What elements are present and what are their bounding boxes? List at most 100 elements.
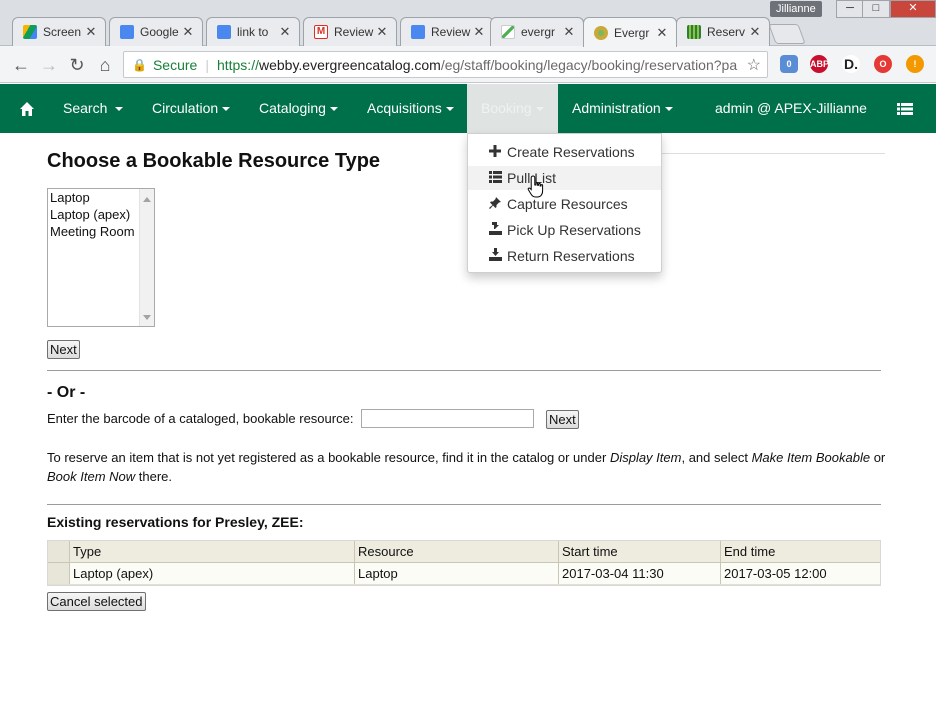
browser-tab-label: Review (334, 25, 374, 39)
opera-icon[interactable]: O (874, 55, 892, 73)
bookable-note: To reserve an item that is not yet regis… (47, 448, 887, 486)
nav-booking-label: Booking (481, 100, 532, 116)
browser-tab-label: Google (140, 25, 179, 39)
cancel-selected-button[interactable]: Cancel selected (47, 592, 146, 611)
nav-cataloging[interactable]: Cataloging (259, 84, 338, 133)
listbox-scrollbar[interactable] (139, 189, 154, 326)
browser-tab[interactable]: Review ✕ (400, 17, 494, 46)
table-row[interactable]: Laptop (apex) Laptop 2017-03-04 11:30 20… (48, 563, 880, 585)
browser-tab[interactable]: Google ✕ (109, 17, 203, 46)
main-navbar: Search Circulation Cataloging Acquisitio… (0, 84, 936, 133)
menu-item-create-reservations[interactable]: Create Reservations (468, 140, 661, 164)
google-docs-icon (217, 25, 231, 39)
new-tab-button[interactable] (768, 24, 806, 44)
pushpin-icon (488, 193, 502, 217)
window-close-button[interactable]: ✕ (890, 0, 936, 18)
browser-tab-label: Reserv (707, 25, 746, 39)
reload-icon[interactable]: ↻ (66, 54, 88, 76)
back-arrow-icon[interactable]: ← (10, 54, 32, 76)
hand-cursor-icon (527, 175, 544, 198)
divider (47, 504, 881, 505)
plus-icon (488, 141, 502, 165)
alert-icon[interactable]: ! (906, 55, 924, 73)
scroll-down-icon[interactable] (143, 315, 151, 320)
menu-item-return-reservations[interactable]: Return Reservations (468, 244, 661, 268)
table-cell: Laptop (apex) (70, 563, 355, 584)
column-header-start-time[interactable]: Start time (559, 541, 721, 562)
menu-item-pull-list[interactable]: Pull List (468, 166, 661, 190)
chevron-down-icon (222, 107, 231, 112)
close-icon[interactable]: ✕ (749, 24, 761, 40)
browser-tab-label: link to (237, 25, 269, 39)
menu-item-label: Create Reservations (507, 144, 635, 160)
close-icon[interactable]: ✕ (563, 24, 575, 40)
column-header-resource[interactable]: Resource (355, 541, 559, 562)
url-scheme: https:// (216, 56, 259, 73)
note-text: , and select (681, 450, 752, 465)
forward-arrow-icon[interactable]: → (38, 54, 60, 76)
nav-circulation[interactable]: Circulation (152, 84, 231, 133)
nav-search[interactable]: Search (63, 84, 124, 133)
home-icon[interactable] (19, 84, 35, 133)
table-cell: 2017-03-04 11:30 (559, 563, 721, 584)
hamburger-menu-icon[interactable] (897, 84, 913, 133)
maximize-button[interactable]: □ (862, 0, 890, 18)
close-icon[interactable]: ✕ (85, 24, 97, 40)
row-select-cell[interactable] (48, 563, 70, 584)
table-header-row: Type Resource Start time End time (48, 541, 880, 563)
profile-name[interactable]: Jillianne (770, 1, 822, 17)
page-title: Choose a Bookable Resource Type (47, 150, 381, 172)
browser-tab[interactable]: M Review ✕ (303, 17, 397, 46)
lastpass-icon[interactable]: 0 (780, 55, 798, 73)
resource-type-listbox[interactable]: Laptop Laptop (apex) Meeting Room (47, 188, 155, 327)
column-header-end-time[interactable]: End time (721, 541, 880, 562)
browser-tab-label: Review (431, 25, 471, 39)
close-icon[interactable]: ✕ (656, 25, 668, 41)
barcode-next-button[interactable]: Next (546, 410, 579, 429)
browser-tab[interactable]: Screen ✕ (12, 17, 106, 46)
menu-item-capture-resources[interactable]: Capture Resources (468, 192, 661, 216)
table-cell: Laptop (355, 563, 559, 584)
menu-item-label: Capture Resources (507, 196, 628, 212)
home-icon[interactable]: ⌂ (94, 54, 116, 76)
address-bar[interactable]: 🔒 Secure | https://webby.evergreencatalo… (123, 51, 768, 78)
close-icon[interactable]: ✕ (182, 24, 194, 40)
column-header-type[interactable]: Type (70, 541, 355, 562)
barcode-input[interactable] (361, 409, 534, 428)
browser-tab[interactable]: Reserv ✕ (676, 17, 770, 46)
chevron-down-icon (664, 107, 673, 112)
nav-acquisitions[interactable]: Acquisitions (367, 84, 454, 133)
close-icon[interactable]: ✕ (279, 24, 291, 40)
pencil-icon (501, 25, 515, 39)
nav-booking[interactable]: Booking (467, 84, 558, 133)
chevron-down-icon (535, 107, 544, 112)
evergreen-icon (594, 25, 608, 40)
reservations-table: Type Resource Start time End time Laptop… (47, 540, 881, 586)
pickup-icon (488, 219, 502, 243)
browser-tab[interactable]: link to ✕ (206, 17, 300, 46)
booking-dropdown-menu: Create Reservations Pull List Capture Re… (467, 133, 662, 273)
nav-administration[interactable]: Administration (572, 84, 673, 133)
note-text: or (870, 450, 886, 465)
browser-tab-active[interactable]: Evergr ✕ (583, 17, 677, 47)
table-cell: 2017-03-05 12:00 (724, 566, 827, 581)
nav-administration-label: Administration (572, 100, 661, 116)
menu-item-label: Pick Up Reservations (507, 222, 641, 238)
dashlane-icon[interactable]: D. (842, 55, 860, 73)
scroll-up-icon[interactable] (143, 197, 151, 202)
browser-tab[interactable]: evergr ✕ (490, 17, 584, 46)
nav-search-label: Search (63, 100, 108, 116)
select-all-cell[interactable] (48, 541, 70, 562)
next-button[interactable]: Next (47, 340, 80, 359)
google-drive-icon (23, 25, 37, 39)
browser-tab-strip: Screen ✕ Google ✕ link to ✕ M Review ✕ R… (0, 0, 936, 47)
bookmark-star-icon[interactable]: ☆ (742, 55, 761, 75)
browser-tab-label: Evergr (614, 25, 650, 40)
minimize-button[interactable]: ─ (836, 0, 864, 18)
close-icon[interactable]: ✕ (473, 24, 485, 40)
adblock-icon[interactable]: ABP (810, 55, 829, 73)
secure-label: Secure (152, 56, 198, 73)
menu-item-pick-up-reservations[interactable]: Pick Up Reservations (468, 218, 661, 242)
close-icon[interactable]: ✕ (376, 24, 388, 40)
nav-user[interactable]: admin @ APEX-Jillianne (715, 84, 867, 133)
